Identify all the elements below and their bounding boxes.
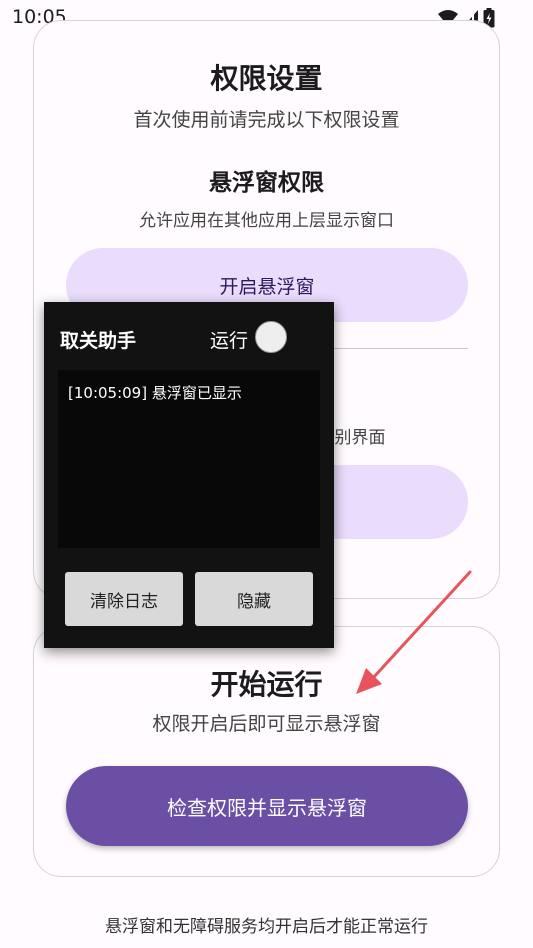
log-line: [10:05:09] 悬浮窗已显示 (68, 384, 242, 402)
floating-window[interactable]: 取关助手 运行 [10:05:09] 悬浮窗已显示 清除日志 隐藏 (44, 302, 334, 648)
run-label: 运行 (210, 330, 249, 352)
clear-log-button[interactable]: 清除日志 (65, 572, 183, 626)
run-toggle[interactable] (255, 321, 287, 353)
floating-window-title: 取关助手 (60, 330, 137, 352)
hide-button[interactable]: 隐藏 (195, 572, 313, 626)
log-area[interactable]: [10:05:09] 悬浮窗已显示 (58, 370, 320, 548)
